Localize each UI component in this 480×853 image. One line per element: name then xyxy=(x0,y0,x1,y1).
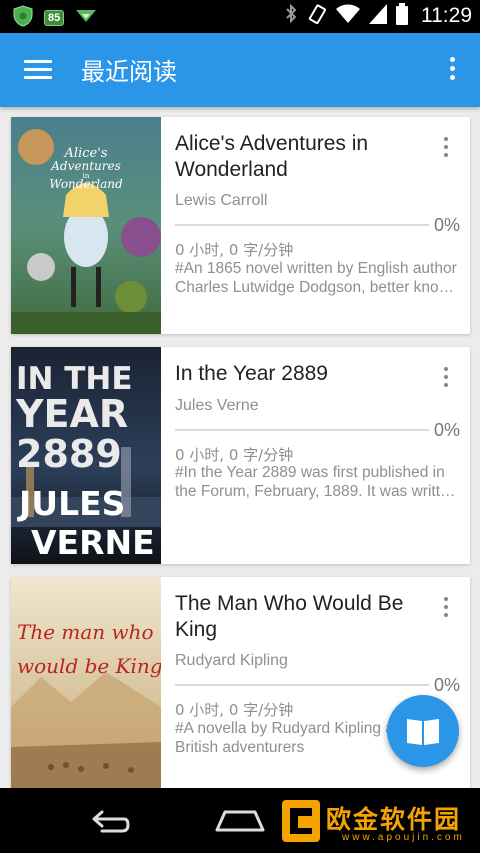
page-title: 最近阅读 xyxy=(81,58,177,86)
reading-stats: 0 小时, 0 字/分钟 xyxy=(175,701,294,719)
reading-stats: 0 小时, 0 字/分钟 xyxy=(175,446,294,464)
watermark-logo-icon xyxy=(280,798,322,848)
book-author: Rudyard Kipling xyxy=(175,652,288,669)
book-title: The Man Who Would Be King xyxy=(175,592,404,641)
overflow-menu-icon[interactable] xyxy=(448,57,456,83)
app-bar: 最近阅读 xyxy=(0,33,480,107)
book-title: Alice's Adventures in Wonderland xyxy=(175,132,369,181)
book-card-alice[interactable]: Alice's Adventures in Wonderland Alice's… xyxy=(11,117,470,334)
book-description: #In the Year 2889 was first published in… xyxy=(175,464,458,500)
back-icon[interactable] xyxy=(84,805,130,839)
clock: 11:29 xyxy=(421,4,472,27)
cover-alice-line2: Adventures xyxy=(50,159,121,173)
progress-percent: 0% xyxy=(433,420,460,440)
vibrate-icon xyxy=(307,3,327,29)
cover-2889-line4: JULES xyxy=(17,484,125,523)
watermark-text: 欧金软件园 xyxy=(326,805,462,834)
cover-2889-line2: YEAR xyxy=(15,392,128,436)
book-title: In the Year 2889 xyxy=(175,362,328,385)
book-author: Jules Verne xyxy=(175,397,259,414)
hamburger-menu-icon[interactable] xyxy=(24,60,52,80)
progress-percent: 0% xyxy=(433,675,460,695)
signal-icon xyxy=(369,4,387,28)
book-card-2889[interactable]: IN THE YEAR 2889 JULES VERNE In the Year… xyxy=(11,347,470,564)
home-icon[interactable] xyxy=(215,806,265,838)
book-cover-2889: IN THE YEAR 2889 JULES VERNE xyxy=(11,347,161,564)
battery-badge: 85 xyxy=(44,10,65,26)
cover-2889-line5: VERNE xyxy=(31,523,155,562)
bluetooth-icon xyxy=(284,3,298,29)
card-overflow-menu-icon[interactable] xyxy=(442,137,450,159)
open-book-fab[interactable] xyxy=(387,695,459,767)
shield-icon xyxy=(12,5,34,31)
download-icon xyxy=(74,8,98,28)
book-cover-king: The man who would be King xyxy=(11,577,161,794)
book-cover-alice: Alice's Adventures in Wonderland xyxy=(11,117,161,334)
watermark: 欧金软件园 www.apoujin.com xyxy=(280,794,476,848)
card-overflow-menu-icon[interactable] xyxy=(442,597,450,619)
reading-progress-bar xyxy=(175,429,429,431)
reading-progress-bar xyxy=(175,684,429,686)
progress-percent: 0% xyxy=(433,215,460,235)
book-icon xyxy=(387,719,459,771)
cover-king-line1: The man who xyxy=(17,620,154,644)
cover-2889-line3: 2889 xyxy=(16,432,122,476)
card-overflow-menu-icon[interactable] xyxy=(442,367,450,389)
book-description: #An 1865 novel written by English author… xyxy=(175,260,459,296)
watermark-url: www.apoujin.com xyxy=(342,832,465,843)
reading-progress-bar xyxy=(175,224,429,226)
wifi-icon xyxy=(336,4,360,28)
cover-alice-line4: Wonderland xyxy=(49,177,123,191)
battery-icon xyxy=(396,3,408,29)
book-author: Lewis Carroll xyxy=(175,192,268,209)
status-bar: 85 11:29 xyxy=(0,0,480,33)
system-nav-bar: 欧金软件园 www.apoujin.com xyxy=(0,788,480,853)
reading-stats: 0 小时, 0 字/分钟 xyxy=(175,241,294,259)
cover-king-line2: would be King xyxy=(17,654,161,678)
